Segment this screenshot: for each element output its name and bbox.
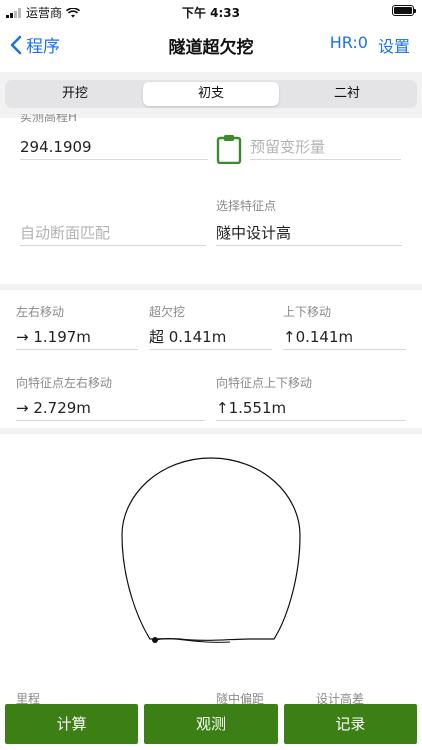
calculate-button[interactable]: 计算 xyxy=(5,704,139,744)
feature-ud-label: 向特征点上下移动 xyxy=(216,376,313,390)
auto-section-match-field[interactable]: 自动断面匹配 xyxy=(20,220,206,246)
section-divider-2 xyxy=(0,428,422,434)
section-divider xyxy=(0,284,422,290)
record-button[interactable]: 记录 xyxy=(283,704,417,744)
tab-bar-container: 开挖 初支 二衬 xyxy=(0,72,422,118)
ud-move-value: ↑0.141m xyxy=(283,324,406,350)
feature-ud-value: ↑1.551m xyxy=(216,395,406,421)
nav-right: HR:0 设置 xyxy=(330,33,410,57)
clipboard-icon[interactable] xyxy=(216,134,242,164)
measured-elevation-label: 实测高程H xyxy=(20,114,78,124)
tab-excavation[interactable]: 开挖 xyxy=(7,82,143,106)
status-bar: 运营商 下午 4:33 xyxy=(0,0,422,22)
reserved-deformation-field[interactable]: 预留变形量 xyxy=(250,134,401,160)
status-time: 下午 4:33 xyxy=(181,6,241,20)
nav-bar: 程序 隧道超欠挖 HR:0 设置 xyxy=(0,24,422,64)
tab-secondary-lining[interactable]: 二衬 xyxy=(279,82,415,106)
back-button[interactable]: 程序 xyxy=(10,32,60,57)
action-bar: 计算 观测 记录 xyxy=(0,704,422,750)
back-label: 程序 xyxy=(26,37,60,57)
battery-icon xyxy=(392,5,416,16)
chevron-left-icon xyxy=(10,35,22,54)
feature-lr-label: 向特征点左右移动 xyxy=(16,376,113,390)
measured-point-marker xyxy=(152,637,158,643)
hr-button[interactable]: HR:0 xyxy=(330,33,368,57)
segmented-control: 开挖 初支 二衬 xyxy=(5,80,417,108)
ud-move-label: 上下移动 xyxy=(283,305,332,319)
tunnel-profile-canvas xyxy=(121,457,301,643)
measured-elevation-field[interactable]: 294.1909 xyxy=(20,134,208,160)
over-under-label: 超欠挖 xyxy=(149,305,186,319)
tab-primary-support[interactable]: 初支 xyxy=(143,82,279,106)
over-under-value: 超 0.141m xyxy=(149,324,272,350)
tunnel-outline xyxy=(121,457,301,641)
lr-move-label: 左右移动 xyxy=(16,305,65,319)
feature-point-label: 选择特征点 xyxy=(216,199,277,213)
lr-move-value: → 1.197m xyxy=(16,324,138,350)
feature-lr-value: → 2.729m xyxy=(16,395,205,421)
feature-point-select[interactable]: 隧中设计高 xyxy=(216,220,402,246)
settings-button[interactable]: 设置 xyxy=(378,33,410,57)
observe-button[interactable]: 观测 xyxy=(144,704,278,744)
